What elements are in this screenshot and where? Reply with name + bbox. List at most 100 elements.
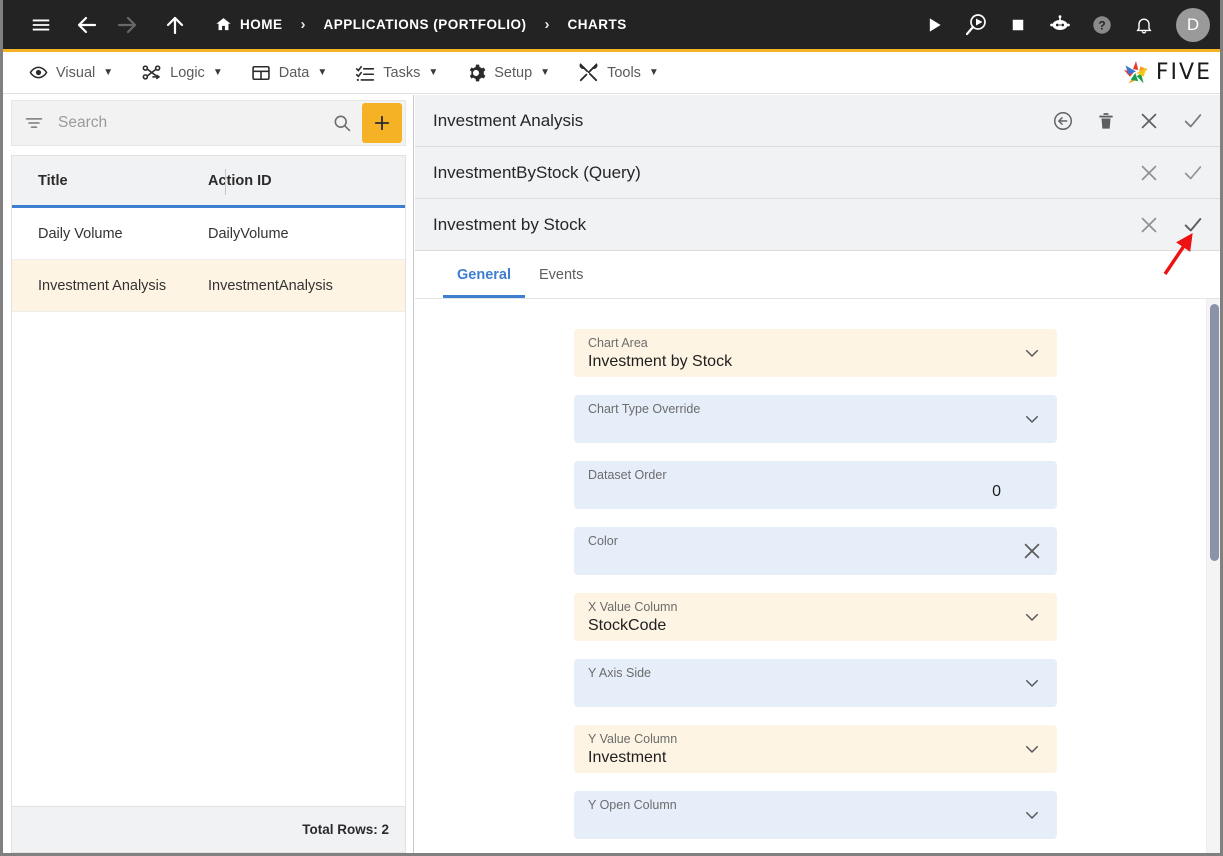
menu-item-tools[interactable]: Tools ▼	[564, 52, 673, 94]
bot-icon[interactable]	[1040, 0, 1080, 51]
chevron-down-icon: ▼	[648, 67, 659, 78]
menu-item-setup[interactable]: Setup ▼	[452, 52, 564, 94]
chevron-down-icon: ▼	[103, 67, 114, 78]
field-y-axis-side[interactable]: Y Axis Side	[574, 659, 1057, 707]
menu-label-tasks: Tasks	[383, 64, 421, 81]
search-bar	[11, 100, 406, 146]
detail-header-investment-analysis: Investment Analysis	[415, 95, 1220, 147]
chevron-down-icon: ▼	[212, 67, 223, 78]
search-icon[interactable]	[332, 113, 352, 133]
field-label-chart-area: Chart Area	[588, 336, 648, 350]
brand-logo: FIVE	[1121, 58, 1212, 88]
check-icon[interactable]	[1182, 162, 1204, 184]
close-icon[interactable]	[1138, 110, 1160, 132]
back-circle-icon[interactable]	[1052, 110, 1074, 132]
vertical-scrollbar[interactable]	[1206, 299, 1220, 853]
cell-title: Daily Volume	[38, 225, 123, 242]
check-icon[interactable]	[1182, 110, 1204, 132]
debug-run-icon[interactable]	[956, 0, 996, 51]
column-header-title[interactable]: Title	[12, 173, 208, 189]
search-input[interactable]	[58, 114, 332, 132]
cell-title: Investment Analysis	[38, 277, 167, 294]
add-record-button[interactable]	[362, 103, 402, 143]
home-icon	[215, 16, 232, 33]
field-y-value-column[interactable]: Y Value Column Investment	[574, 725, 1057, 773]
brand-text: FIVE	[1155, 60, 1212, 85]
table-row[interactable]: Investment Analysis InvestmentAnalysis	[12, 260, 405, 312]
detail-panel: Investment Analysis InvestmentByStock (Q…	[415, 95, 1220, 853]
field-x-value-column[interactable]: X Value Column StockCode	[574, 593, 1057, 641]
avatar-initial: D	[1186, 14, 1200, 34]
field-value-dataset-order: 0	[992, 483, 1001, 500]
chevron-down-icon: ▼	[317, 67, 328, 78]
close-icon[interactable]	[1138, 214, 1160, 236]
arrow-right-icon[interactable]	[107, 0, 147, 51]
tab-label-events: Events	[539, 267, 584, 283]
help-icon[interactable]: ?	[1082, 0, 1122, 51]
clear-icon[interactable]	[1021, 540, 1043, 562]
avatar[interactable]: D	[1176, 7, 1210, 42]
menu-label-tools: Tools	[607, 64, 641, 81]
chevron-down-icon[interactable]	[1023, 608, 1041, 626]
field-dataset-order[interactable]: Dataset Order 0	[574, 461, 1057, 509]
close-icon[interactable]	[1138, 162, 1160, 184]
cell-action-id: DailyVolume	[208, 225, 289, 242]
menu-label-setup: Setup	[494, 64, 533, 81]
table-row[interactable]: Daily Volume DailyVolume	[12, 208, 405, 260]
top-navigation-bar: HOME › APPLICATIONS (PORTFOLIO) › CHARTS	[3, 0, 1220, 52]
chevron-down-icon[interactable]	[1023, 344, 1041, 362]
tab-label-general: General	[457, 267, 511, 283]
arrow-up-icon[interactable]	[155, 0, 195, 51]
breadcrumb-label-applications: APPLICATIONS (PORTFOLIO)	[323, 17, 527, 32]
field-label-y-open-column: Y Open Column	[588, 798, 677, 812]
chevron-down-icon[interactable]	[1023, 674, 1041, 692]
field-label-x-value-column: X Value Column	[588, 600, 678, 614]
tab-general[interactable]: General	[443, 252, 525, 298]
detail-title-level1: Investment Analysis	[433, 110, 584, 130]
breadcrumb-label-home: HOME	[240, 17, 283, 32]
column-header-action-id[interactable]: Action ID	[208, 173, 272, 189]
run-icon[interactable]	[914, 0, 954, 51]
menu-item-visual[interactable]: Visual ▼	[15, 52, 127, 94]
field-color[interactable]: Color	[574, 527, 1057, 575]
breadcrumb-item-home[interactable]: HOME	[211, 16, 287, 33]
menu-item-logic[interactable]: Logic ▼	[127, 52, 237, 94]
stop-icon[interactable]	[998, 0, 1038, 51]
column-divider[interactable]	[225, 169, 226, 195]
chevron-down-icon[interactable]	[1023, 740, 1041, 758]
filter-icon[interactable]	[24, 113, 44, 133]
field-label-y-axis-side: Y Axis Side	[588, 666, 652, 680]
detail-title-level3: Investment by Stock	[433, 214, 587, 234]
menu-label-logic: Logic	[170, 64, 205, 81]
chevron-down-icon: ▼	[540, 67, 551, 78]
detail-header-chart-dataset: Investment by Stock	[415, 199, 1220, 251]
menu-item-data[interactable]: Data ▼	[237, 52, 342, 94]
five-star-logo-icon	[1123, 60, 1148, 83]
check-icon[interactable]	[1182, 214, 1204, 236]
field-value-x-value-column: StockCode	[588, 617, 667, 634]
trash-icon[interactable]	[1096, 111, 1116, 131]
bell-icon[interactable]	[1124, 0, 1164, 51]
header-actions-level1	[1052, 110, 1220, 132]
breadcrumb-item-charts[interactable]: CHARTS	[564, 17, 631, 32]
tab-events[interactable]: Events	[525, 252, 597, 298]
chevron-down-icon[interactable]	[1023, 806, 1041, 824]
breadcrumb-separator: ›	[300, 16, 306, 33]
application-window: HOME › APPLICATIONS (PORTFOLIO) › CHARTS	[0, 0, 1223, 856]
field-label-y-value-column: Y Value Column	[588, 732, 678, 746]
detail-header-query: InvestmentByStock (Query)	[415, 147, 1220, 199]
chevron-down-icon: ▼	[428, 67, 439, 78]
menu-item-tasks[interactable]: Tasks ▼	[341, 52, 452, 94]
field-chart-type-override[interactable]: Chart Type Override	[574, 395, 1057, 443]
cell-action-id: InvestmentAnalysis	[208, 277, 333, 294]
header-actions-level2	[1138, 162, 1220, 184]
breadcrumb-label-charts: CHARTS	[567, 17, 627, 32]
field-label-chart-type-override: Chart Type Override	[588, 402, 701, 416]
scrollbar-thumb[interactable]	[1210, 304, 1219, 561]
hamburger-icon[interactable]	[21, 0, 61, 51]
arrow-left-icon[interactable]	[67, 0, 107, 51]
field-chart-area[interactable]: Chart Area Investment by Stock	[574, 329, 1057, 377]
chevron-down-icon[interactable]	[1023, 410, 1041, 428]
breadcrumb-item-applications[interactable]: APPLICATIONS (PORTFOLIO)	[320, 17, 531, 32]
field-y-open-column[interactable]: Y Open Column	[574, 791, 1057, 839]
